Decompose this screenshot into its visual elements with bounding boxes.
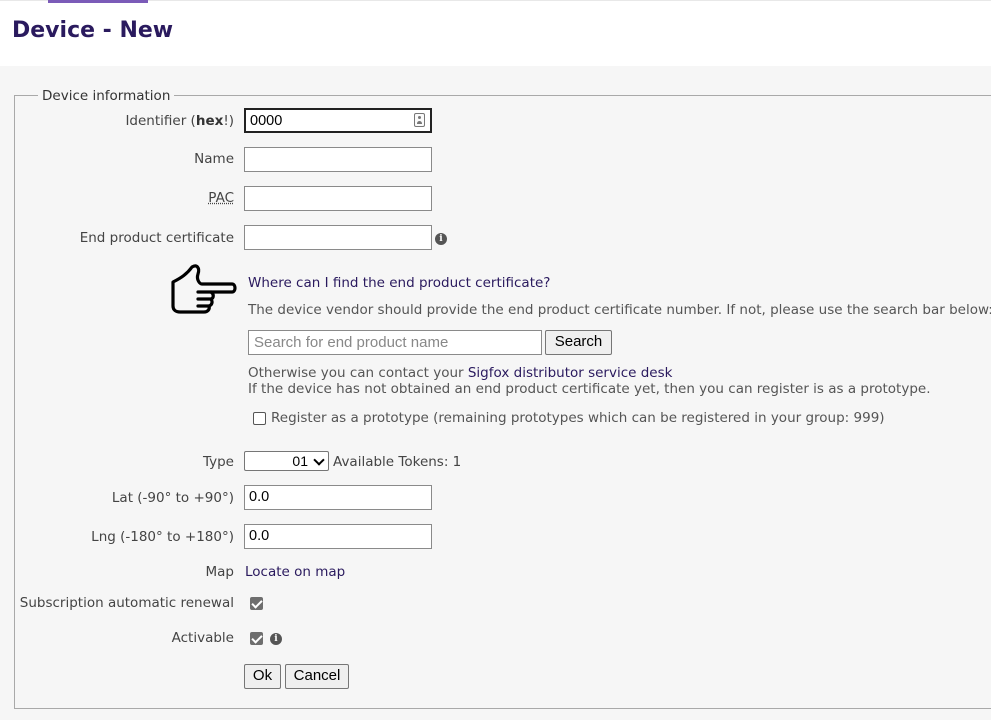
chevron-down-icon xyxy=(313,454,325,466)
epc-input[interactable] xyxy=(244,225,432,250)
locate-on-map-link[interactable]: Locate on map xyxy=(245,564,345,580)
lat-label: Lat (-90° to +90°) xyxy=(111,490,234,506)
type-select[interactable]: 01 xyxy=(244,451,329,471)
renewal-checkbox[interactable] xyxy=(250,597,263,610)
type-label: Type xyxy=(202,454,234,470)
epc-search-input[interactable]: Search for end product name xyxy=(248,330,542,355)
activable-checkbox[interactable] xyxy=(250,632,263,645)
prototype-checkbox[interactable] xyxy=(253,412,266,425)
search-button[interactable]: Search xyxy=(545,330,612,355)
epc-label: End product certificate xyxy=(79,230,234,246)
epc-help-text: The device vendor should provide the end… xyxy=(248,302,991,318)
type-selected-value: 01 xyxy=(292,453,308,469)
identifier-value: 0000 xyxy=(250,113,283,129)
pac-input[interactable] xyxy=(244,186,432,211)
device-information-fieldset xyxy=(14,95,991,709)
map-label: Map xyxy=(205,564,235,580)
name-label: Name xyxy=(194,151,234,167)
activable-info-icon[interactable]: i xyxy=(270,633,282,645)
available-tokens: Available Tokens: 1 xyxy=(333,454,462,470)
name-input[interactable] xyxy=(244,147,432,172)
epc-info-icon[interactable]: i xyxy=(435,233,447,245)
prototype-info-text: If the device has not obtained an end pr… xyxy=(248,381,931,397)
renewal-label: Subscription automatic renewal xyxy=(19,595,234,611)
prototype-checkbox-label: Register as a prototype (remaining proto… xyxy=(271,410,885,426)
pointing-hand-icon xyxy=(171,264,237,314)
lng-input[interactable]: 0.0 xyxy=(244,524,432,549)
lat-input[interactable]: 0.0 xyxy=(244,485,432,510)
hex-emphasis: hex xyxy=(195,113,224,129)
lng-label: Lng (-180° to +180°) xyxy=(91,529,234,545)
pac-label: PAC xyxy=(208,190,234,206)
identifier-input[interactable]: 0000 xyxy=(244,108,432,133)
contact-text: Otherwise you can contact your Sigfox di… xyxy=(248,365,673,381)
top-rule xyxy=(0,0,991,1)
active-tab-indicator xyxy=(48,0,148,3)
distributor-service-desk-link[interactable]: Sigfox distributor service desk xyxy=(468,365,673,381)
page-title: Device - New xyxy=(12,18,174,43)
contact-card-icon[interactable] xyxy=(414,113,425,127)
ok-button[interactable]: Ok xyxy=(244,664,281,689)
identifier-label: Identifier (hex!) xyxy=(125,113,234,129)
activable-label: Activable xyxy=(171,630,234,646)
epc-help-link[interactable]: Where can I find the end product certifi… xyxy=(248,275,550,291)
fieldset-legend: Device information xyxy=(38,88,175,104)
cancel-button[interactable]: Cancel xyxy=(285,664,349,689)
